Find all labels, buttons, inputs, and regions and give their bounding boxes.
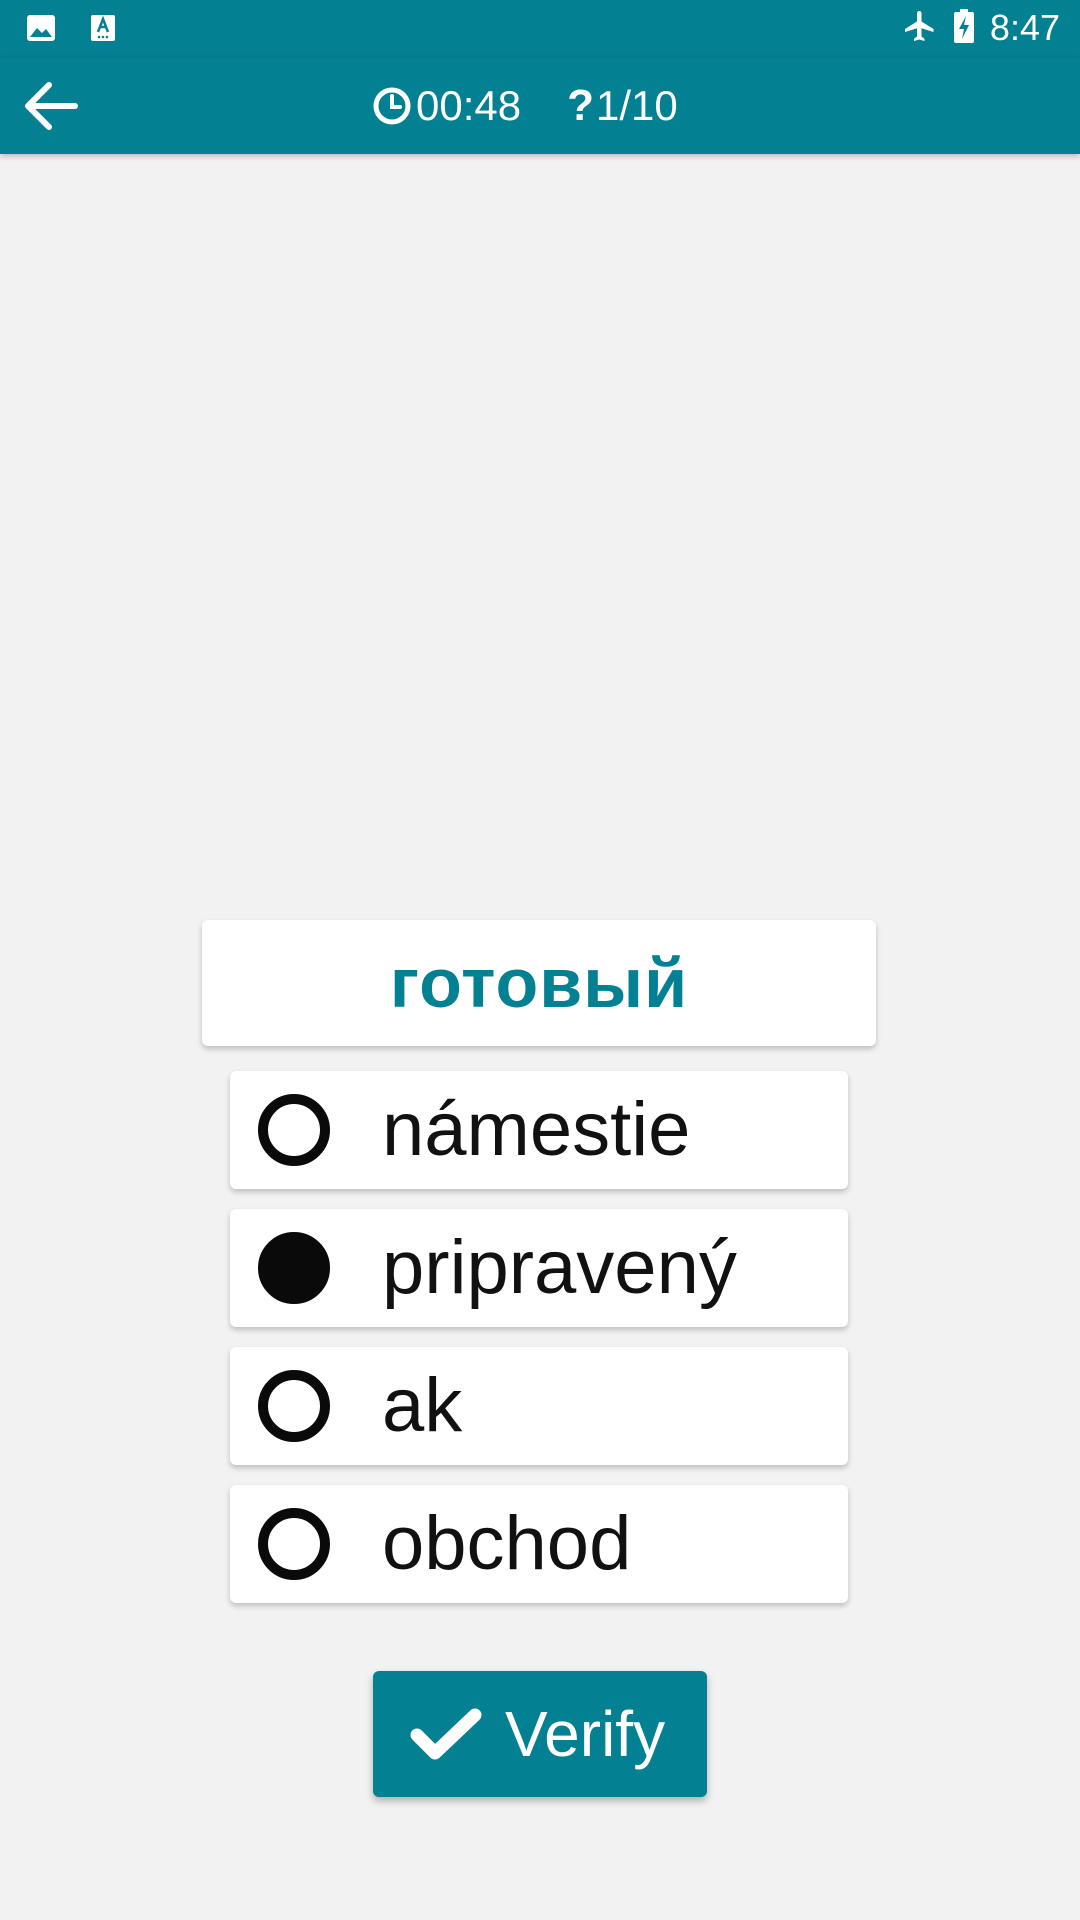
radio-checked-icon[interactable] [258, 1232, 330, 1304]
answer-option[interactable]: obchod [230, 1485, 848, 1603]
answer-option[interactable]: ak [230, 1347, 848, 1465]
status-time: 8:47 [989, 7, 1060, 48]
back-button[interactable] [18, 76, 82, 140]
answer-option[interactable]: pripravený [230, 1209, 848, 1327]
answer-option[interactable]: námestie [230, 1071, 848, 1189]
radio-unchecked-icon[interactable] [258, 1508, 330, 1580]
question-word-card: готовый [202, 920, 876, 1046]
answer-option-label: pripravený [382, 1225, 737, 1310]
arrow-left-icon [21, 80, 79, 137]
status-bar: 8:47 [0, 0, 1080, 58]
answer-option-label: námestie [382, 1087, 691, 1172]
radio-unchecked-icon[interactable] [258, 1370, 330, 1442]
question-word: готовый [389, 944, 689, 1022]
verify-button-label: Verify [505, 1698, 666, 1770]
image-icon [26, 14, 56, 47]
status-right-icons: 8:47 [902, 6, 1060, 50]
app-toolbar: 00:48 ? 1/10 [0, 58, 1080, 154]
timer-value: 00:48 [416, 82, 522, 129]
radio-unchecked-icon[interactable] [258, 1094, 330, 1166]
question-icon: ? [567, 81, 594, 130]
battery-charging-icon [952, 8, 976, 49]
keyboard-a-icon [90, 14, 116, 47]
airplane-mode-icon [902, 8, 938, 49]
answer-option-label: ak [382, 1363, 463, 1448]
status-left-icons [26, 14, 116, 47]
checkmark-icon [409, 1705, 483, 1763]
question-progress: 1/10 [596, 82, 678, 129]
quiz-status: 00:48 ? 1/10 [372, 80, 678, 132]
verify-button[interactable]: Verify [373, 1671, 707, 1797]
answer-option-label: obchod [382, 1501, 632, 1586]
clock-icon [372, 86, 412, 126]
